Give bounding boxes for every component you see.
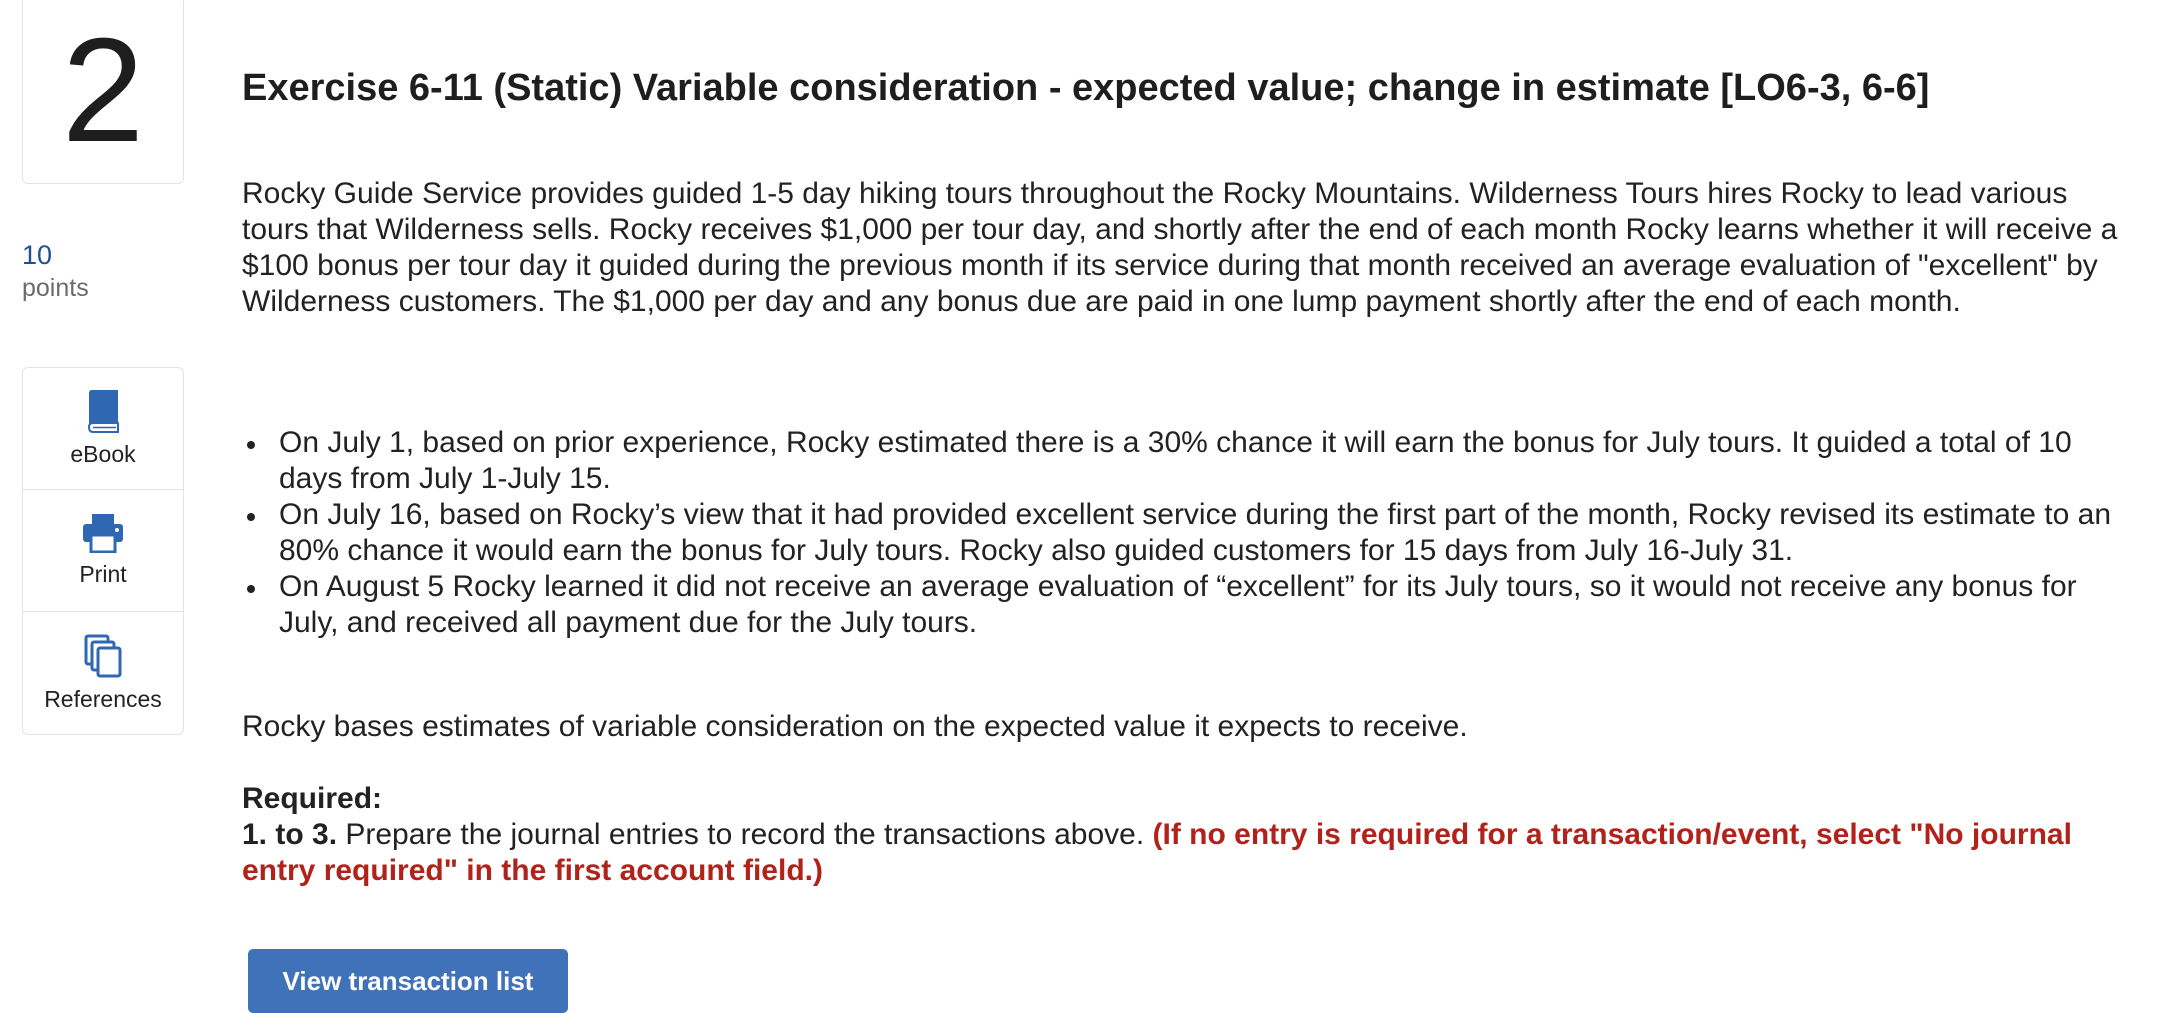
required-heading: Required: — [242, 782, 383, 815]
book-icon — [83, 389, 123, 441]
points-block: 10 points — [22, 238, 89, 304]
printer-icon — [81, 513, 125, 561]
print-button[interactable]: Print — [23, 490, 183, 612]
ebook-button[interactable]: eBook — [23, 368, 183, 490]
intro-paragraph: Rocky Guide Service provides guided 1-5 … — [242, 177, 2118, 318]
event-list: On July 1, based on prior experience, Ro… — [242, 425, 2127, 641]
question-number-card: 2 — [22, 0, 184, 184]
references-icon — [83, 634, 123, 686]
list-item: On July 16, based on Rocky’s view that i… — [242, 497, 2127, 569]
print-label: Print — [79, 561, 127, 587]
required-prefix: 1. to 3. — [242, 818, 338, 851]
tools-panel: eBook Print References — [22, 367, 184, 735]
list-item: On July 1, based on prior experience, Ro… — [242, 425, 2127, 497]
ebook-label: eBook — [70, 441, 136, 467]
references-button[interactable]: References — [23, 612, 183, 734]
list-item: On August 5 Rocky learned it did not rec… — [242, 569, 2127, 641]
required-instructions: 1. to 3. Prepare the journal entries to … — [242, 817, 2122, 889]
exercise-title: Exercise 6-11 (Static) Variable consider… — [242, 67, 1930, 109]
points-label: points — [22, 274, 89, 302]
basis-paragraph: Rocky bases estimates of variable consid… — [242, 710, 1468, 743]
required-text: Prepare the journal entries to record th… — [337, 818, 1153, 851]
references-label: References — [44, 685, 162, 712]
view-transaction-list-button[interactable]: View transaction list — [248, 949, 568, 1013]
question-number: 2 — [61, 8, 145, 173]
points-value: 10 — [22, 240, 53, 270]
